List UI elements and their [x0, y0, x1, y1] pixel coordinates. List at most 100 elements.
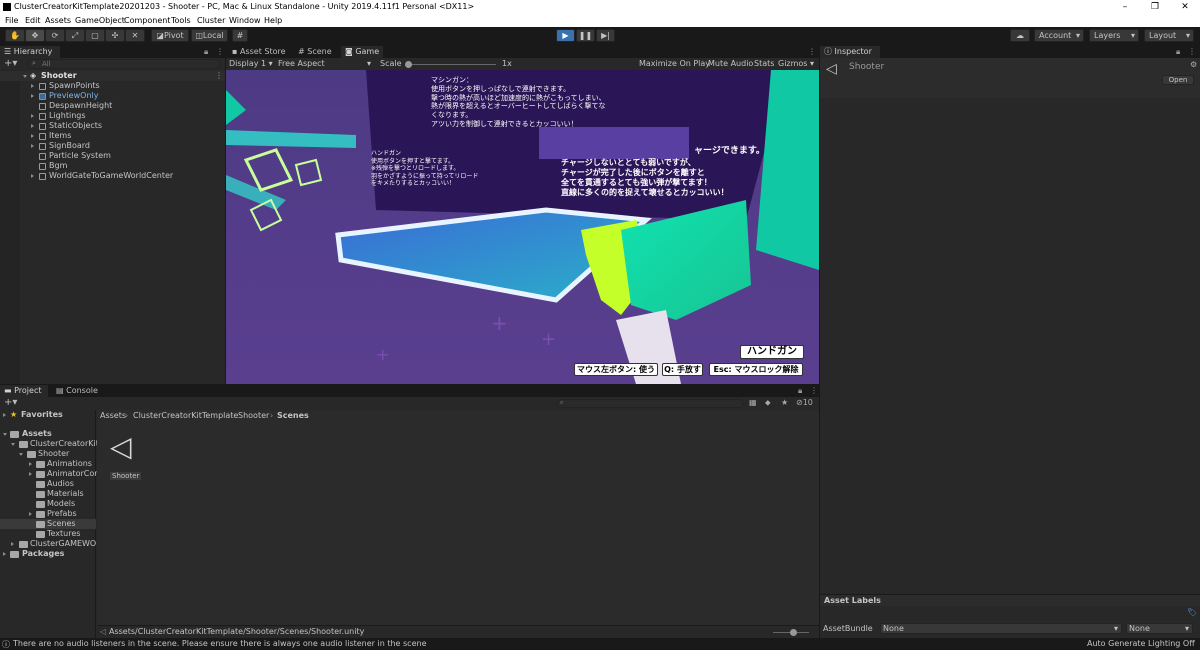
layers-dropdown[interactable]: Layers ▾	[1089, 29, 1139, 42]
hierarchy-item[interactable]: StaticObjects	[0, 121, 225, 131]
chevron-down-icon[interactable]: ▾	[367, 59, 371, 68]
more-menu-icon[interactable]: ⋮	[216, 47, 224, 56]
expand-arrow-icon[interactable]	[31, 134, 34, 138]
settings-gear-icon[interactable]: ⚙	[1190, 60, 1197, 69]
menu-help[interactable]: Help	[264, 16, 282, 25]
menu-edit[interactable]: Edit	[25, 16, 41, 25]
project-search-input[interactable]: ⌕	[556, 399, 744, 408]
rotate-tool-icon[interactable]: ⟳	[45, 29, 65, 42]
asset-tile-shooter[interactable]: ◁ Shooter	[107, 430, 143, 480]
scale-slider-handle[interactable]	[405, 61, 412, 68]
local-toggle[interactable]: ◫Local	[191, 29, 228, 42]
tree-item[interactable]: ClusterGAMEWORI	[0, 539, 104, 549]
expand-arrow-icon[interactable]	[3, 552, 6, 556]
cloud-icon[interactable]: ☁	[1010, 29, 1030, 42]
mute-audio-toggle[interactable]: Mute Audio	[708, 59, 753, 68]
tree-item[interactable]: Audios	[0, 479, 96, 489]
hierarchy-item[interactable]: PreviewOnly	[0, 91, 225, 101]
lock-icon[interactable]: 🔒︎	[798, 386, 802, 396]
tree-item[interactable]: AnimatorCont	[0, 469, 102, 479]
more-menu-icon[interactable]: ⋮	[1188, 47, 1196, 56]
scale-slider-track[interactable]	[406, 64, 496, 65]
layout-dropdown[interactable]: Layout ▾	[1144, 29, 1194, 42]
more-menu-icon[interactable]: ⋮	[808, 47, 816, 56]
lock-icon[interactable]: 🔒︎	[204, 47, 208, 57]
open-button[interactable]: Open	[1162, 75, 1194, 85]
scale-tool-icon[interactable]: ⤢	[65, 29, 85, 42]
more-menu-icon[interactable]: ⋮	[810, 386, 818, 395]
status-message[interactable]: There are no audio listeners in the scen…	[13, 639, 427, 648]
expand-arrow-icon[interactable]	[31, 94, 34, 98]
breadcrumb-item[interactable]: Assets	[100, 411, 126, 420]
hierarchy-item[interactable]: WorldGateToGameWorldCenter	[0, 171, 225, 181]
tab-console[interactable]: ▤ Console	[52, 385, 102, 397]
close-button[interactable]: ✕	[1170, 0, 1200, 14]
display-dropdown[interactable]: Display 1 ▾	[229, 59, 273, 68]
step-button[interactable]: ▶|	[596, 29, 615, 42]
tab-inspector[interactable]: ⓘ Inspector	[820, 46, 880, 58]
transform-tool-icon[interactable]: ✣	[105, 29, 125, 42]
aspect-dropdown[interactable]: Free Aspect	[278, 59, 325, 68]
lock-icon[interactable]: 🔒︎	[1176, 47, 1180, 57]
expand-arrow-icon[interactable]	[31, 124, 34, 128]
hierarchy-item[interactable]: DespawnHeight	[0, 101, 225, 111]
tree-assets[interactable]: Assets	[0, 429, 96, 439]
game-viewport[interactable]: + + + マシンガン： 使用ボタンを押しっぱなしで連射できます。 撃つ時の熱が…	[226, 70, 819, 384]
expand-arrow-icon[interactable]	[11, 542, 14, 546]
more-menu-icon[interactable]: ⋮	[215, 71, 223, 81]
maximize-button[interactable]: ❐	[1140, 0, 1170, 14]
create-plus-icon[interactable]: +▾	[4, 397, 17, 408]
hidden-packages-icon[interactable]: ⊘10	[796, 398, 813, 407]
tree-item[interactable]: Models	[0, 499, 96, 509]
tree-item[interactable]: Prefabs	[0, 509, 96, 519]
menu-cluster[interactable]: Cluster	[197, 16, 225, 25]
tab-hierarchy[interactable]: ☰ Hierarchy	[0, 46, 60, 58]
tree-favorites[interactable]: ★ Favorites	[0, 410, 96, 420]
menu-component[interactable]: Component	[124, 16, 170, 25]
tree-item[interactable]: Shooter	[0, 449, 96, 459]
tab-game[interactable]: ◙ Game	[341, 46, 384, 58]
hierarchy-root-row[interactable]: ◈ Shooter ⋮	[0, 71, 225, 81]
minimize-button[interactable]: –	[1110, 0, 1140, 14]
expand-arrow-icon[interactable]	[3, 433, 7, 436]
expand-arrow-icon[interactable]	[29, 472, 32, 476]
pause-button[interactable]: ❚❚	[576, 29, 595, 42]
maximize-on-play-toggle[interactable]: Maximize On Play	[639, 59, 710, 68]
tree-item[interactable]: ClusterCreatorKitT	[0, 439, 104, 449]
filter-label-icon[interactable]: ⬥	[765, 398, 771, 408]
lighting-status[interactable]: Auto Generate Lighting Off	[1087, 639, 1195, 648]
expand-arrow-icon[interactable]	[29, 462, 32, 466]
hand-tool-icon[interactable]: ✋	[5, 29, 25, 42]
expand-arrow-icon[interactable]	[31, 114, 34, 118]
expand-arrow-icon[interactable]	[31, 144, 34, 148]
tree-item[interactable]: Materials	[0, 489, 96, 499]
rect-tool-icon[interactable]: ▢	[85, 29, 105, 42]
tag-icon[interactable]: 🏷︎	[1187, 608, 1197, 617]
expand-arrow-icon[interactable]	[31, 84, 34, 88]
expand-arrow-icon[interactable]	[31, 174, 34, 178]
asset-variant-dropdown[interactable]: None ▾	[1126, 623, 1193, 634]
hierarchy-item[interactable]: Bgm	[0, 161, 225, 171]
move-tool-icon[interactable]: ✥	[25, 29, 45, 42]
pivot-toggle[interactable]: ◪Pivot	[151, 29, 189, 42]
create-plus-icon[interactable]: +▾	[4, 58, 17, 69]
hierarchy-item[interactable]: SignBoard	[0, 141, 225, 151]
expand-arrow-icon[interactable]	[3, 413, 6, 417]
filter-type-icon[interactable]: ▦	[749, 398, 757, 407]
grid-snap-icon[interactable]: #	[232, 29, 248, 42]
expand-arrow-icon[interactable]	[19, 453, 23, 456]
hierarchy-item[interactable]: SpawnPoints	[0, 81, 225, 91]
menu-file[interactable]: File	[5, 16, 18, 25]
tree-packages[interactable]: Packages	[0, 549, 96, 559]
expand-arrow-icon[interactable]	[11, 443, 15, 446]
favorite-star-icon[interactable]: ★	[781, 398, 788, 407]
menu-tools[interactable]: Tools	[171, 16, 191, 25]
stats-toggle[interactable]: Stats	[754, 59, 774, 68]
tree-item[interactable]: Textures	[0, 529, 96, 539]
breadcrumb-item[interactable]: Shooter	[238, 411, 269, 420]
tree-item-selected[interactable]: Scenes	[0, 519, 96, 529]
breadcrumb-item[interactable]: ClusterCreatorKitTemplate	[133, 411, 238, 420]
expand-arrow-icon[interactable]	[23, 75, 27, 78]
tab-scene[interactable]: # Scene	[294, 46, 336, 58]
asset-bundle-dropdown[interactable]: None ▾	[880, 623, 1122, 634]
